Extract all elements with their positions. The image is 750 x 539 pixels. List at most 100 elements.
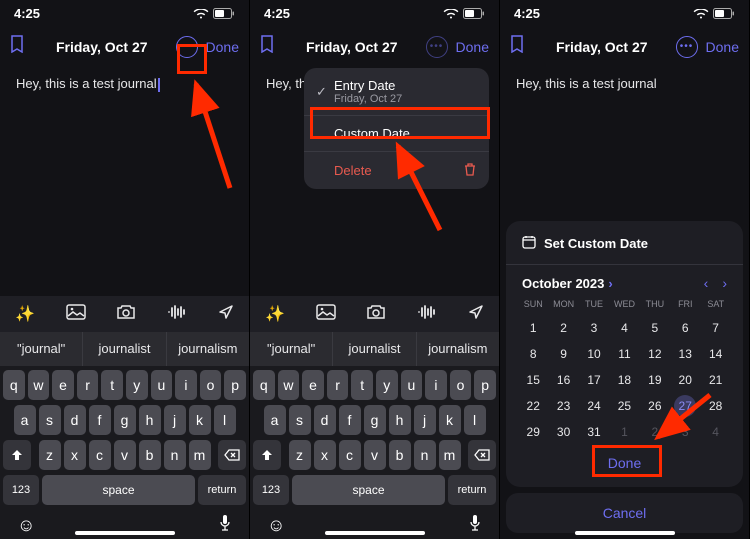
key-v[interactable]: v bbox=[364, 440, 386, 470]
space-key[interactable]: space bbox=[42, 475, 195, 505]
done-button[interactable]: Done bbox=[206, 39, 239, 55]
calendar-day[interactable]: 11 bbox=[609, 341, 639, 367]
shift-key[interactable] bbox=[3, 440, 31, 470]
popup-custom-date[interactable]: Custom Date bbox=[304, 116, 489, 152]
more-options-icon[interactable]: ••• bbox=[176, 36, 198, 58]
key-q[interactable]: q bbox=[3, 370, 25, 400]
key-x[interactable]: x bbox=[314, 440, 336, 470]
calendar-day[interactable]: 29 bbox=[518, 419, 548, 445]
done-button[interactable]: Done bbox=[706, 39, 739, 55]
calendar-day[interactable]: 27 bbox=[670, 393, 700, 419]
bookmark-icon[interactable] bbox=[260, 35, 278, 58]
key-l[interactable]: l bbox=[464, 405, 486, 435]
camera-icon[interactable] bbox=[116, 304, 136, 325]
magic-icon[interactable]: ✨ bbox=[15, 304, 35, 324]
location-icon[interactable] bbox=[218, 304, 234, 325]
key-n[interactable]: n bbox=[414, 440, 436, 470]
prediction-3[interactable]: journalism bbox=[417, 332, 499, 366]
home-indicator[interactable] bbox=[575, 531, 675, 535]
location-icon[interactable] bbox=[468, 304, 484, 325]
home-indicator[interactable] bbox=[75, 531, 175, 535]
calendar-day[interactable]: 25 bbox=[609, 393, 639, 419]
prediction-1[interactable]: "journal" bbox=[250, 332, 333, 366]
calendar-day[interactable]: 15 bbox=[518, 367, 548, 393]
key-y[interactable]: y bbox=[376, 370, 398, 400]
key-l[interactable]: l bbox=[214, 405, 236, 435]
key-z[interactable]: z bbox=[39, 440, 61, 470]
camera-icon[interactable] bbox=[366, 304, 386, 325]
more-options-icon[interactable]: ••• bbox=[426, 36, 448, 58]
backspace-key[interactable] bbox=[218, 440, 246, 470]
calendar-day[interactable]: 31 bbox=[579, 419, 609, 445]
home-indicator[interactable] bbox=[325, 531, 425, 535]
calendar-day[interactable]: 1 bbox=[518, 315, 548, 341]
calendar-day[interactable]: 26 bbox=[640, 393, 670, 419]
key-p[interactable]: p bbox=[224, 370, 246, 400]
calendar-day[interactable]: 10 bbox=[579, 341, 609, 367]
key-d[interactable]: d bbox=[64, 405, 86, 435]
bookmark-icon[interactable] bbox=[10, 35, 28, 58]
key-i[interactable]: i bbox=[175, 370, 197, 400]
prediction-2[interactable]: journalist bbox=[83, 332, 166, 366]
key-f[interactable]: f bbox=[89, 405, 111, 435]
calendar-day[interactable]: 2 bbox=[640, 419, 670, 445]
key-u[interactable]: u bbox=[401, 370, 423, 400]
audio-wave-icon[interactable] bbox=[167, 304, 187, 325]
dictation-key[interactable] bbox=[218, 514, 232, 537]
key-s[interactable]: s bbox=[39, 405, 61, 435]
key-c[interactable]: c bbox=[339, 440, 361, 470]
sheet-cancel-button[interactable]: Cancel bbox=[506, 493, 743, 533]
calendar-day[interactable]: 24 bbox=[579, 393, 609, 419]
audio-wave-icon[interactable] bbox=[417, 304, 437, 325]
key-b[interactable]: b bbox=[139, 440, 161, 470]
done-button[interactable]: Done bbox=[456, 39, 489, 55]
calendar-day[interactable]: 23 bbox=[548, 393, 578, 419]
key-r[interactable]: r bbox=[77, 370, 99, 400]
key-e[interactable]: e bbox=[52, 370, 74, 400]
key-o[interactable]: o bbox=[200, 370, 222, 400]
more-options-icon[interactable]: ••• bbox=[676, 36, 698, 58]
key-g[interactable]: g bbox=[364, 405, 386, 435]
prediction-3[interactable]: journalism bbox=[167, 332, 249, 366]
key-b[interactable]: b bbox=[389, 440, 411, 470]
key-m[interactable]: m bbox=[189, 440, 211, 470]
shift-key[interactable] bbox=[253, 440, 281, 470]
return-key[interactable]: return bbox=[198, 475, 246, 505]
calendar-day[interactable]: 17 bbox=[579, 367, 609, 393]
photo-icon[interactable] bbox=[66, 304, 86, 325]
calendar-day[interactable]: 14 bbox=[700, 341, 730, 367]
journal-entry-text[interactable]: Hey, this is a test journal bbox=[0, 68, 249, 100]
key-r[interactable]: r bbox=[327, 370, 349, 400]
sheet-done-button[interactable]: Done bbox=[516, 445, 733, 479]
key-x[interactable]: x bbox=[64, 440, 86, 470]
calendar-day[interactable]: 4 bbox=[609, 315, 639, 341]
calendar-day[interactable]: 13 bbox=[670, 341, 700, 367]
return-key[interactable]: return bbox=[448, 475, 496, 505]
prev-month-button[interactable]: ‹ bbox=[704, 275, 709, 291]
calendar-day[interactable]: 1 bbox=[609, 419, 639, 445]
calendar-day[interactable]: 28 bbox=[700, 393, 730, 419]
month-label[interactable]: October 2023› bbox=[522, 276, 613, 291]
key-y[interactable]: y bbox=[126, 370, 148, 400]
emoji-key[interactable]: ☺ bbox=[17, 515, 35, 536]
calendar-day[interactable]: 16 bbox=[548, 367, 578, 393]
key-m[interactable]: m bbox=[439, 440, 461, 470]
backspace-key[interactable] bbox=[468, 440, 496, 470]
calendar-day[interactable]: 2 bbox=[548, 315, 578, 341]
key-w[interactable]: w bbox=[278, 370, 300, 400]
key-f[interactable]: f bbox=[339, 405, 361, 435]
key-k[interactable]: k bbox=[439, 405, 461, 435]
prediction-1[interactable]: "journal" bbox=[0, 332, 83, 366]
calendar-day[interactable]: 3 bbox=[670, 419, 700, 445]
key-j[interactable]: j bbox=[414, 405, 436, 435]
calendar-day[interactable]: 22 bbox=[518, 393, 548, 419]
key-n[interactable]: n bbox=[164, 440, 186, 470]
calendar-day[interactable]: 8 bbox=[518, 341, 548, 367]
dictation-key[interactable] bbox=[468, 514, 482, 537]
key-v[interactable]: v bbox=[114, 440, 136, 470]
key-a[interactable]: a bbox=[264, 405, 286, 435]
key-q[interactable]: q bbox=[253, 370, 275, 400]
key-d[interactable]: d bbox=[314, 405, 336, 435]
key-k[interactable]: k bbox=[189, 405, 211, 435]
calendar-day[interactable]: 5 bbox=[640, 315, 670, 341]
